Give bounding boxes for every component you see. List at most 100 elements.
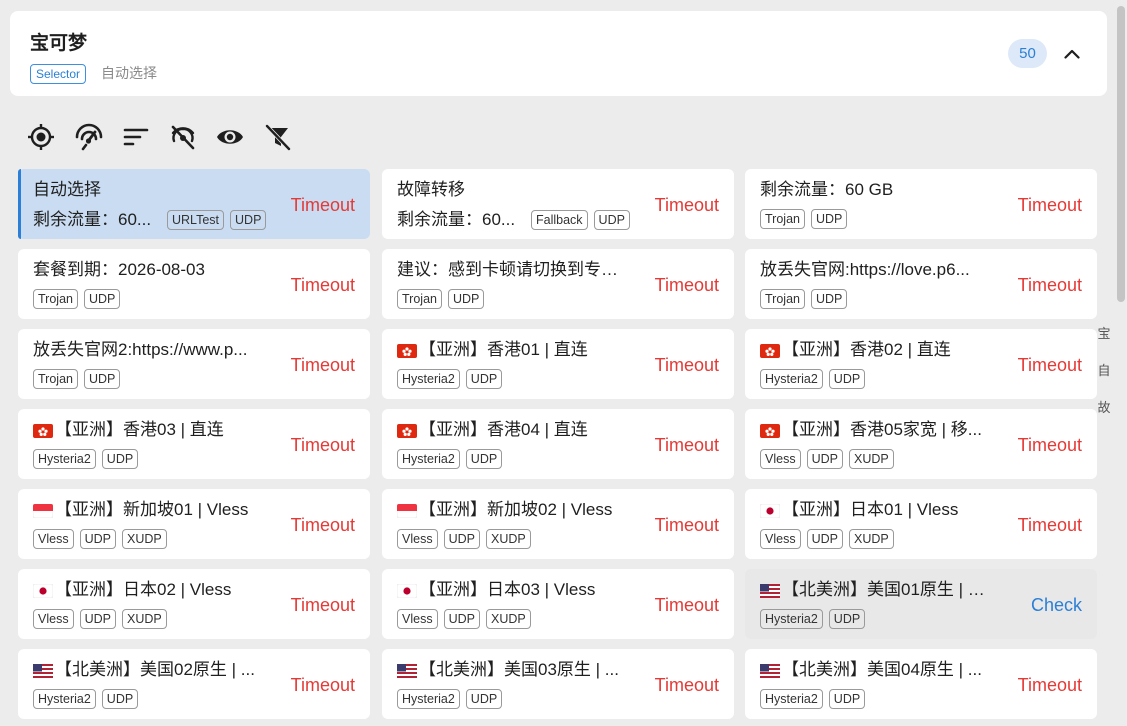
delay-status[interactable]: Timeout: [1018, 273, 1082, 297]
proxy-tags: Hysteria2 UDP: [760, 369, 866, 389]
proxy-name-text: 【亚洲】香港02 | 直连: [782, 340, 951, 359]
proxy-name-text: 【亚洲】新加坡02 | Vless: [419, 500, 613, 519]
proxy-card[interactable]: 放丢失官网:https://love.p6... Trojan UDP Timeout: [745, 249, 1097, 319]
delay-status[interactable]: Timeout: [655, 433, 719, 457]
delay-status[interactable]: Timeout: [1018, 433, 1082, 457]
proxy-card[interactable]: 【亚洲】新加坡01 | Vless Vless UDP XUDP Timeout: [18, 489, 370, 559]
sort-button[interactable]: [119, 121, 153, 153]
proxy-name-text: 故障转移: [397, 180, 465, 199]
proxy-tag: XUDP: [848, 529, 894, 549]
proxy-name: 【亚洲】日本01 | Vless: [760, 498, 992, 525]
proxy-group-header[interactable]: 宝可梦 Selector 自动选择 50: [10, 11, 1107, 96]
filter-toggle-button[interactable]: [261, 121, 295, 153]
flag-us-icon: [760, 661, 780, 685]
delay-status[interactable]: Timeout: [655, 193, 719, 217]
delay-status[interactable]: Timeout: [291, 673, 355, 697]
proxy-card[interactable]: 【亚洲】新加坡02 | Vless Vless UDP XUDP Timeout: [382, 489, 734, 559]
proxy-card[interactable]: 【亚洲】日本02 | Vless Vless UDP XUDP Timeout: [18, 569, 370, 639]
proxy-name: 【亚洲】新加坡02 | Vless: [397, 498, 629, 525]
proxy-name: 【北美洲】美国01原生 | 直...: [760, 578, 992, 605]
proxy-card[interactable]: 【北美洲】美国01原生 | 直... Hysteria2 UDP Check: [745, 569, 1097, 639]
delay-status[interactable]: Timeout: [291, 593, 355, 617]
proxy-card[interactable]: 【亚洲】香港02 | 直连 Hysteria2 UDP Timeout: [745, 329, 1097, 399]
delay-status[interactable]: Timeout: [655, 513, 719, 537]
proxy-name-text: 【亚洲】日本03 | Vless: [419, 580, 596, 599]
index-item[interactable]: 自: [1097, 361, 1110, 380]
proxy-card[interactable]: 【亚洲】香港05家宽 | 移... Vless UDP XUDP Timeout: [745, 409, 1097, 479]
delay-status[interactable]: Timeout: [655, 273, 719, 297]
proxy-card[interactable]: 【北美洲】美国04原生 | ... Hysteria2 UDP Timeout: [745, 649, 1097, 719]
delay-status[interactable]: Timeout: [655, 673, 719, 697]
proxy-tag: Hysteria2: [760, 689, 823, 709]
proxy-name-text: 【亚洲】香港01 | 直连: [419, 340, 588, 359]
proxy-name-text: 【亚洲】香港03 | 直连: [55, 420, 224, 439]
delay-status[interactable]: Timeout: [1018, 513, 1082, 537]
proxy-card[interactable]: 【北美洲】美国02原生 | ... Hysteria2 UDP Timeout: [18, 649, 370, 719]
delay-status[interactable]: Timeout: [291, 353, 355, 377]
proxy-tag: Vless: [33, 529, 74, 549]
proxy-card[interactable]: 【亚洲】香港03 | 直连 Hysteria2 UDP Timeout: [18, 409, 370, 479]
proxy-tag: Vless: [397, 609, 438, 629]
collapse-button[interactable]: [1060, 43, 1084, 65]
proxy-tag: UDP: [828, 689, 866, 709]
flag-us-icon: [760, 581, 780, 605]
proxy-card[interactable]: 放丢失官网2:https://www.p... Trojan UDP Timeout: [18, 329, 370, 399]
proxy-tag: Vless: [397, 529, 438, 549]
delay-status[interactable]: Timeout: [1018, 353, 1082, 377]
proxy-name-text: 【亚洲】日本01 | Vless: [782, 500, 959, 519]
index-item[interactable]: 故: [1097, 398, 1110, 417]
sort-icon: [123, 128, 149, 146]
delay-status[interactable]: Timeout: [291, 433, 355, 457]
delay-status[interactable]: Timeout: [291, 273, 355, 297]
proxy-card[interactable]: 故障转移 剩余流量：60... Fallback UDP Timeout: [382, 169, 734, 239]
proxy-tag: UDP: [443, 529, 480, 549]
url-check-toggle-button[interactable]: [166, 121, 200, 153]
proxy-tag: UDP: [593, 210, 630, 230]
chevron-up-icon: [1064, 49, 1080, 59]
delay-status[interactable]: Timeout: [655, 593, 719, 617]
proxy-name: 【亚洲】日本03 | Vless: [397, 578, 629, 605]
locate-button[interactable]: [24, 121, 58, 153]
proxy-name: 【亚洲】新加坡01 | Vless: [33, 498, 265, 525]
proxy-tag: URLTest: [167, 210, 225, 230]
delay-status[interactable]: Timeout: [655, 353, 719, 377]
proxy-tag: UDP: [828, 609, 866, 629]
proxy-tag: Hysteria2: [397, 689, 460, 709]
proxy-card[interactable]: 自动选择 剩余流量：60... URLTest UDP Timeout: [18, 169, 370, 239]
proxy-name-text: 【北美洲】美国02原生 | ...: [55, 660, 255, 679]
proxy-tag: XUDP: [485, 609, 531, 629]
proxy-tags: Vless UDP XUDP: [760, 529, 894, 549]
delay-status[interactable]: Timeout: [1018, 193, 1082, 217]
proxy-subtitle: 剩余流量：60...: [397, 210, 516, 229]
proxy-tag: UDP: [101, 449, 139, 469]
proxy-card[interactable]: 【亚洲】香港04 | 直连 Hysteria2 UDP Timeout: [382, 409, 734, 479]
delay-test-button[interactable]: [72, 121, 106, 153]
flag-hk-icon: [397, 421, 417, 445]
proxy-card[interactable]: 剩余流量：60 GB Trojan UDP Timeout: [745, 169, 1097, 239]
proxy-card[interactable]: 建议：感到卡顿请切换到专线... Trojan UDP Timeout: [382, 249, 734, 319]
proxy-tag: UDP: [806, 449, 843, 469]
filter-off-icon: [265, 124, 291, 151]
delay-status[interactable]: Timeout: [291, 513, 355, 537]
proxy-card[interactable]: 【亚洲】日本03 | Vless Vless UDP XUDP Timeout: [382, 569, 734, 639]
delay-status[interactable]: Timeout: [291, 193, 355, 217]
index-item[interactable]: 宝: [1097, 324, 1110, 343]
delay-status[interactable]: Timeout: [1018, 673, 1082, 697]
proxy-name: 【亚洲】香港03 | 直连: [33, 418, 265, 445]
proxy-card[interactable]: 【亚洲】日本01 | Vless Vless UDP XUDP Timeout: [745, 489, 1097, 559]
proxy-name-text: 剩余流量：60 GB: [760, 180, 894, 199]
scrollbar-thumb[interactable]: [1117, 6, 1125, 302]
proxy-tag: Trojan: [33, 369, 78, 389]
proxy-name-text: 自动选择: [33, 180, 101, 199]
proxy-card[interactable]: 套餐到期：2026-08-03 Trojan UDP Timeout: [18, 249, 370, 319]
proxy-card[interactable]: 【北美洲】美国03原生 | ... Hysteria2 UDP Timeout: [382, 649, 734, 719]
proxy-name-text: 【北美洲】美国03原生 | ...: [419, 660, 619, 679]
flag-hk-icon: [760, 341, 780, 365]
proxy-card[interactable]: 【亚洲】香港01 | 直连 Hysteria2 UDP Timeout: [382, 329, 734, 399]
proxy-name: 【北美洲】美国02原生 | ...: [33, 658, 265, 685]
proxy-tag: XUDP: [121, 529, 167, 549]
delay-check-button[interactable]: Check: [1031, 593, 1082, 617]
show-detail-button[interactable]: [213, 121, 247, 153]
proxy-tags: Hysteria2 UDP: [760, 689, 866, 709]
proxy-tag: Hysteria2: [33, 689, 96, 709]
